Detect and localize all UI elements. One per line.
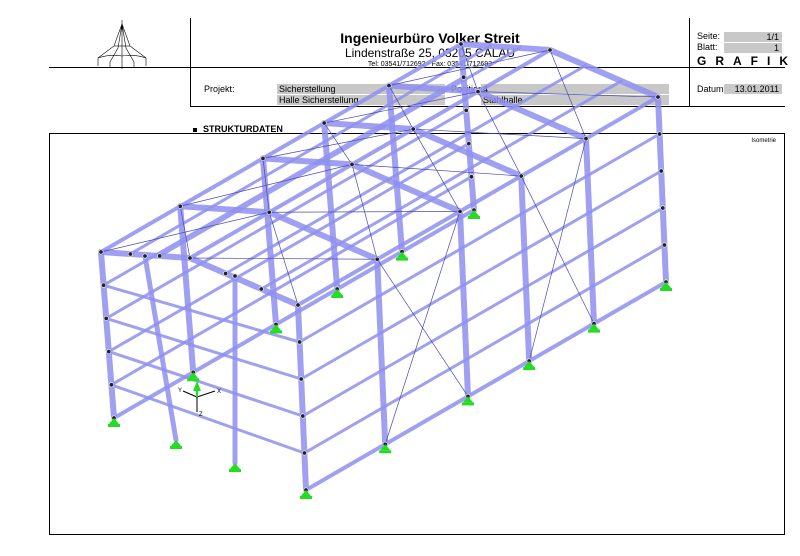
joint-node <box>457 208 463 214</box>
side-girt <box>299 169 663 381</box>
rafter <box>458 41 553 53</box>
steel-hall-model: X Y Z <box>98 41 672 499</box>
column-left <box>177 203 197 376</box>
column-right <box>518 173 533 365</box>
joint-node <box>658 168 664 174</box>
brace-member <box>269 211 461 213</box>
column-right <box>295 302 309 493</box>
joint-node <box>349 161 355 167</box>
side-girt <box>107 142 471 354</box>
support-icon <box>300 490 312 499</box>
joint-node <box>463 107 469 113</box>
joint-node <box>258 286 264 292</box>
joint-node <box>300 413 306 419</box>
brace-member <box>520 175 595 324</box>
support-icon <box>108 418 120 427</box>
joint-node <box>108 382 114 388</box>
column-right <box>374 256 389 448</box>
joint-node <box>461 74 467 80</box>
column-left <box>98 249 117 421</box>
brace-member <box>477 91 659 98</box>
joint-node <box>301 450 307 456</box>
joint-node <box>458 41 464 47</box>
joint-node <box>660 205 666 211</box>
joint-node <box>466 141 472 147</box>
side-girt <box>104 108 468 320</box>
joint-node <box>295 302 301 308</box>
rafter <box>260 155 355 168</box>
axis-y-label: Y <box>178 388 182 394</box>
joint-node <box>232 273 238 279</box>
side-girt <box>109 175 473 387</box>
column-right <box>583 135 597 327</box>
joint-node <box>657 131 663 137</box>
column-left <box>386 82 405 255</box>
joint-node <box>518 173 524 179</box>
longitudinal-member <box>99 42 463 254</box>
rafter <box>177 203 273 216</box>
joint-node <box>321 120 327 126</box>
joint-node <box>266 209 272 215</box>
gable-column <box>142 253 179 443</box>
structure-members <box>98 41 669 493</box>
joint-node <box>661 242 667 248</box>
joint-node <box>142 253 148 259</box>
axis-z-label: Z <box>199 412 203 418</box>
joint-node <box>298 376 304 382</box>
gable-girt <box>109 383 306 455</box>
support-icon <box>170 440 182 449</box>
joint-node <box>106 349 112 355</box>
joint-node <box>260 155 266 161</box>
joint-node <box>177 203 183 209</box>
joint-node <box>468 174 474 180</box>
side-girt <box>301 206 665 418</box>
column-right <box>457 208 471 400</box>
joint-node <box>410 126 416 132</box>
column-left <box>321 120 341 293</box>
joint-node <box>98 249 104 255</box>
joint-node <box>583 136 589 142</box>
joint-node <box>127 251 133 257</box>
joint-node <box>223 271 229 277</box>
joint-node <box>374 256 380 262</box>
column-right <box>655 94 669 285</box>
joint-node <box>547 47 553 53</box>
support-icon <box>229 463 241 472</box>
axis-x-label: X <box>217 389 221 395</box>
joint-node <box>157 253 163 259</box>
rafter <box>187 255 301 308</box>
joint-node <box>655 94 661 100</box>
longitudinal-member <box>304 280 668 492</box>
joint-node <box>103 315 109 321</box>
joint-node <box>475 89 481 95</box>
rafter <box>321 120 417 133</box>
joint-node <box>187 255 193 261</box>
joint-node <box>386 83 392 89</box>
joint-node <box>297 339 303 345</box>
joint-node <box>101 282 107 288</box>
